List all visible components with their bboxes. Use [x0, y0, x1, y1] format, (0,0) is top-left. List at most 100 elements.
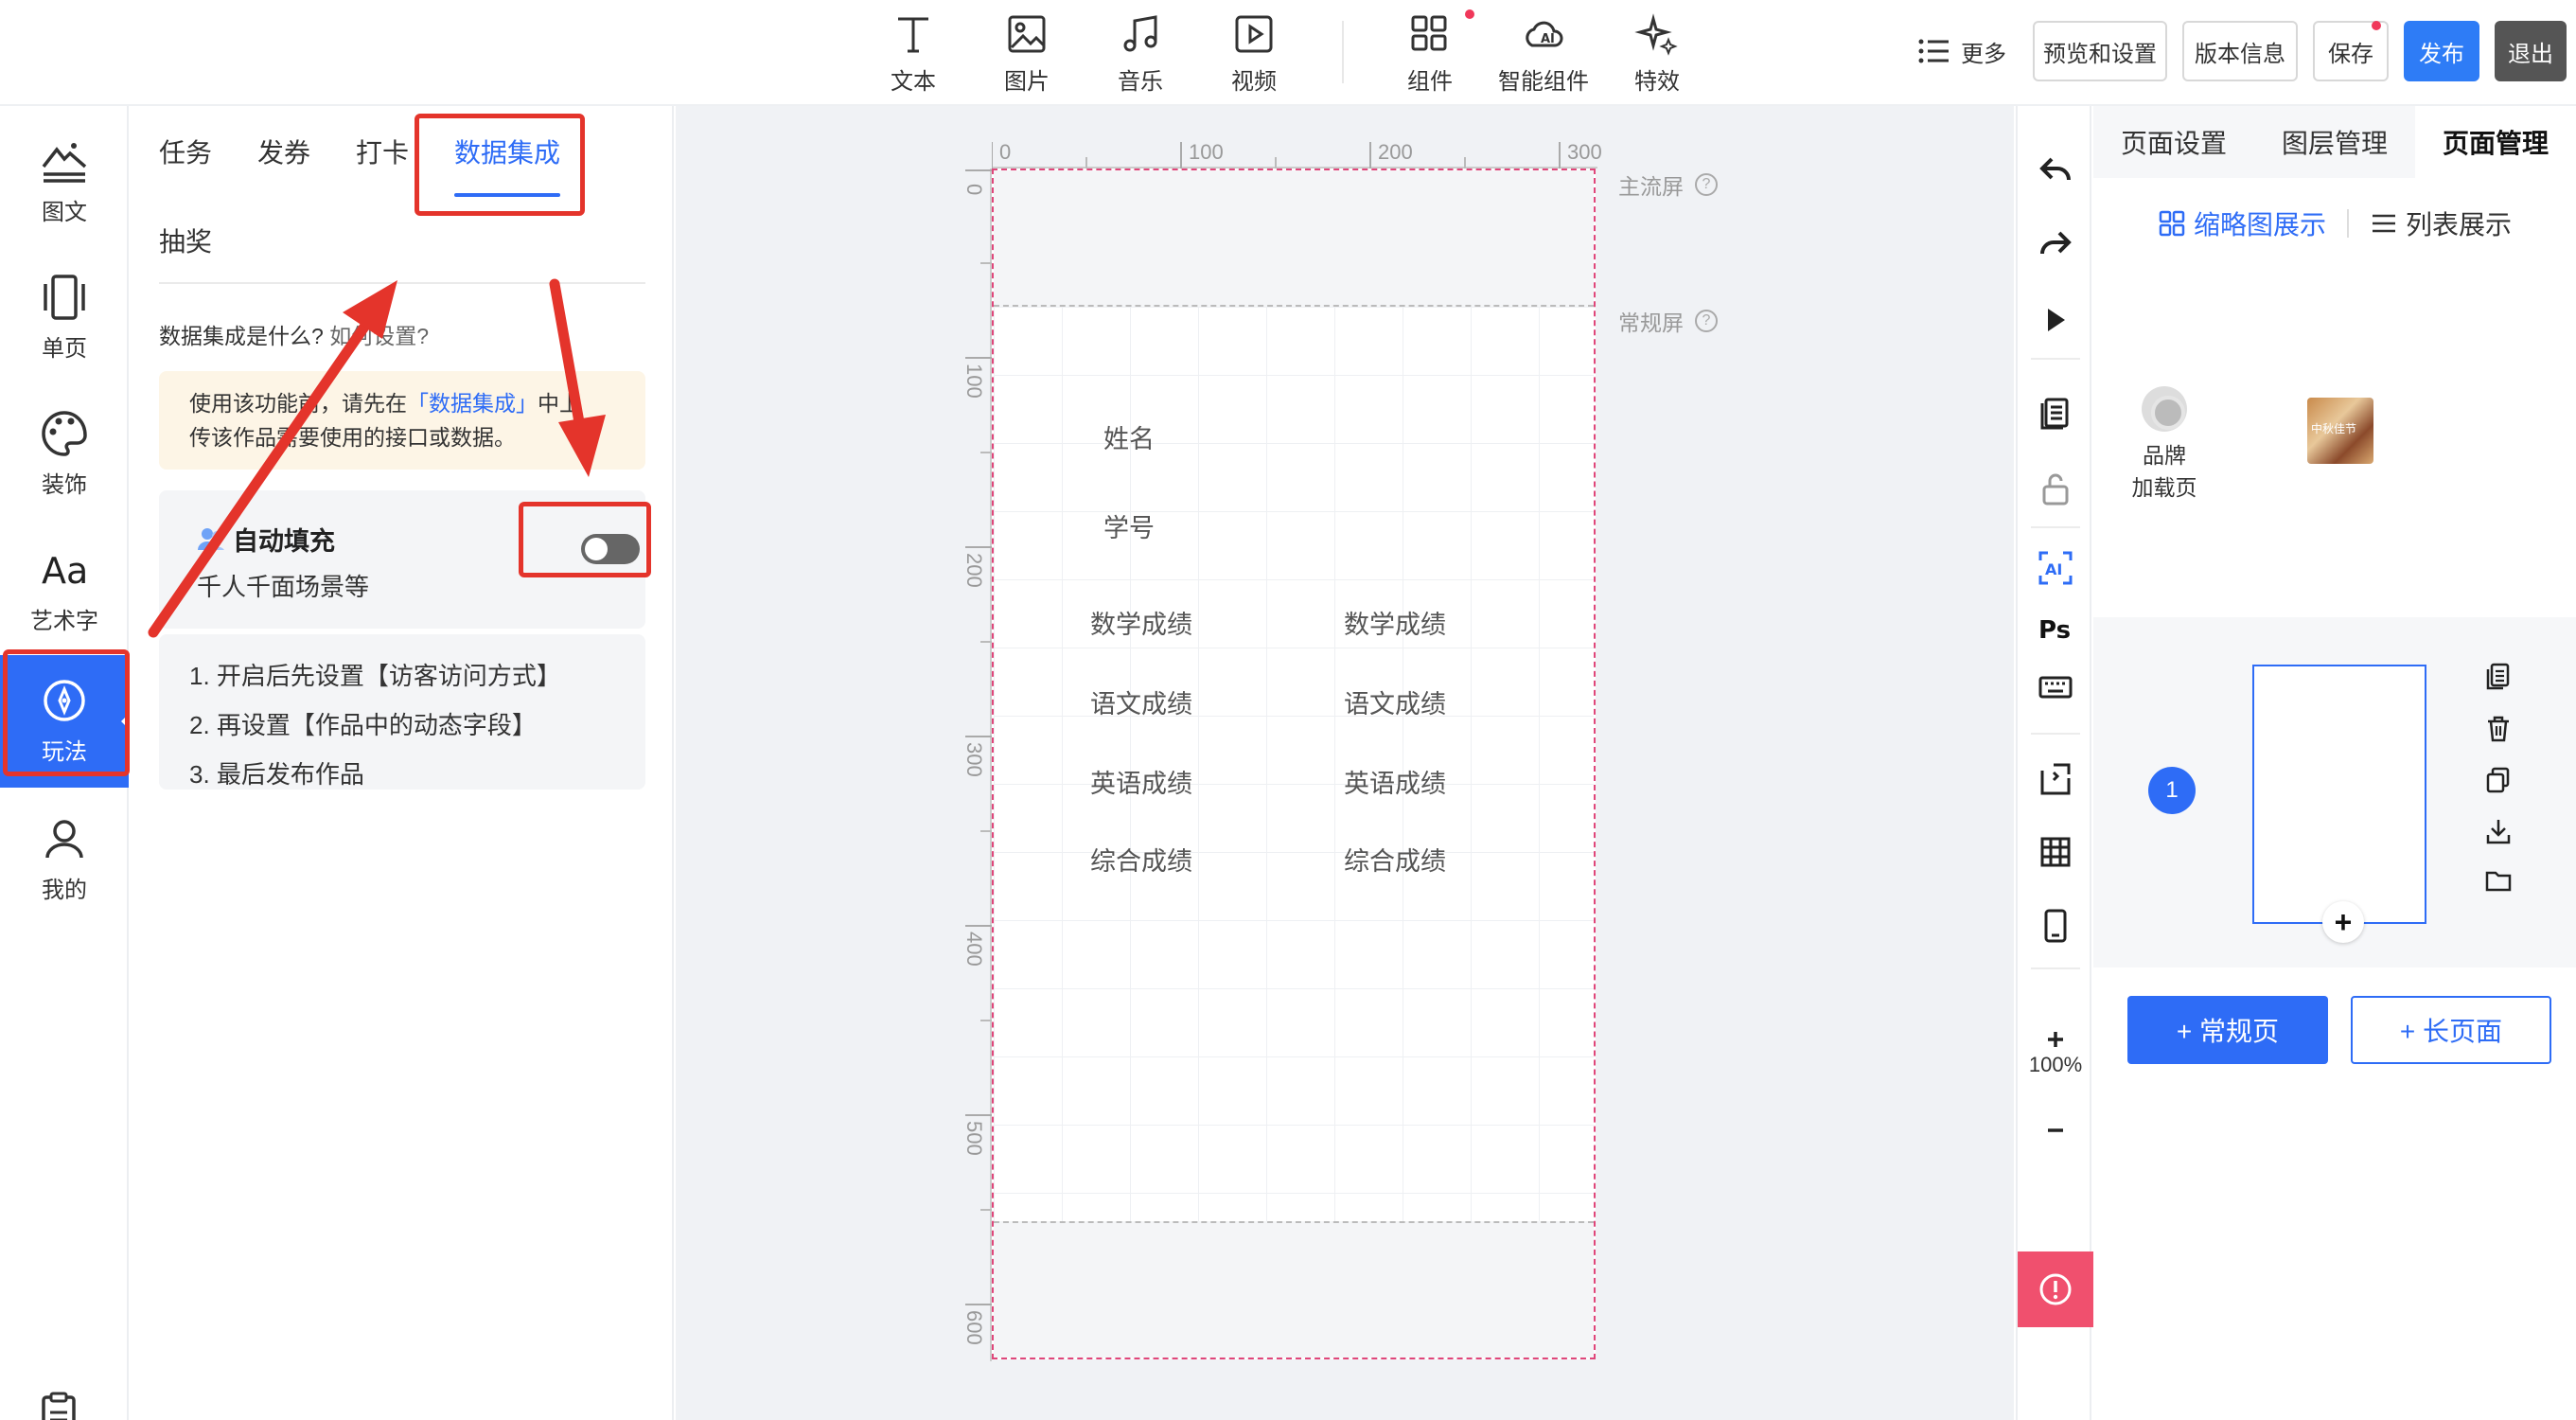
field-math-label[interactable]: 数学成绩 — [1090, 604, 1192, 641]
tab-lottery[interactable]: 抽奖 — [159, 222, 212, 259]
user-icon — [45, 820, 83, 859]
autofill-title: 自动填充 — [233, 527, 335, 556]
svg-text:Ps: Ps — [2038, 616, 2071, 645]
zoom-out-button[interactable] — [2018, 1100, 2093, 1161]
lock-button[interactable] — [2018, 458, 2093, 519]
folder-icon — [2485, 871, 2512, 892]
top-ruler — [992, 142, 1597, 169]
field-total-label[interactable]: 综合成绩 — [1090, 841, 1192, 878]
copy-page-button[interactable] — [2018, 382, 2093, 443]
add-long-page-button[interactable]: + 长页面 — [2351, 996, 2551, 1064]
preview-settings-button[interactable]: 预览和设置 — [2033, 21, 2167, 81]
nav-item-decoration[interactable]: 装饰 — [0, 388, 129, 521]
data-integration-link[interactable]: 「数据集成」 — [407, 391, 538, 416]
video-icon — [1235, 15, 1273, 53]
tool-video-button[interactable]: 视频 — [1202, 11, 1306, 97]
tab-page-settings[interactable]: 页面设置 — [2093, 106, 2254, 178]
clipboard-icon[interactable] — [38, 1392, 79, 1420]
tab-layer-management[interactable]: 图层管理 — [2254, 106, 2415, 178]
tab-task[interactable]: 任务 — [159, 133, 212, 193]
page-switch-button[interactable] — [2018, 748, 2093, 808]
tool-label: 音乐 — [1118, 69, 1163, 95]
help-setup-link[interactable]: 如何设置? — [329, 324, 429, 348]
folder-page-action[interactable] — [2483, 865, 2517, 899]
ruler-tick-label: 200 — [1378, 140, 1413, 164]
alert-button[interactable] — [2018, 1251, 2093, 1327]
thumbnail-view-button[interactable]: 缩略图展示 — [2158, 204, 2326, 242]
save-notification-dot — [2372, 21, 2381, 30]
redo-button[interactable] — [2018, 214, 2093, 275]
field-name[interactable]: 姓名 — [1103, 418, 1155, 455]
field-math-value[interactable]: 数学成绩 — [1344, 604, 1446, 641]
field-english-label[interactable]: 英语成绩 — [1090, 763, 1192, 800]
field-chinese-label[interactable]: 语文成绩 — [1090, 683, 1192, 720]
component-icon — [1411, 15, 1447, 51]
download-icon — [2486, 820, 2511, 844]
page-number-badge: 1 — [2148, 767, 2196, 814]
tool-effects-button[interactable]: 特效 — [1605, 11, 1709, 97]
keyboard-shortcuts-button[interactable] — [2018, 657, 2093, 718]
help-question-link[interactable]: 数据集成是什么? — [159, 324, 324, 348]
field-english-value[interactable]: 英语成绩 — [1344, 763, 1446, 800]
gameplay-panel: 任务 发券 打卡 数据集成 抽奖 数据集成是什么? 如何设置? 使用该功能前，请… — [131, 106, 674, 1420]
brand-label: 加载页 — [2131, 475, 2197, 500]
publish-button[interactable]: 发布 — [2404, 21, 2479, 81]
tool-music-button[interactable]: 音乐 — [1088, 11, 1192, 97]
tool-label: 图片 — [1004, 69, 1050, 95]
step-item: 3. 最后发布作品 — [189, 760, 364, 789]
undo-button[interactable] — [2018, 140, 2093, 201]
thumbnail-caption: 中秋佳节 — [2311, 422, 2357, 435]
add-normal-page-button[interactable]: + 常规页 — [2127, 996, 2328, 1064]
nav-item-label: 单页 — [42, 336, 87, 362]
help-icon[interactable]: ? — [1695, 310, 1718, 332]
duplicate-page-action[interactable] — [2483, 765, 2517, 799]
list-menu-icon — [1918, 39, 1949, 63]
nav-item-art-text[interactable]: Aa 艺术字 — [0, 524, 129, 657]
version-info-button[interactable]: 版本信息 — [2182, 21, 2298, 81]
nav-item-rich-text[interactable]: 图文 — [0, 115, 129, 248]
tab-checkin[interactable]: 打卡 — [356, 133, 409, 193]
tab-page-management[interactable]: 页面管理 — [2415, 106, 2576, 178]
tab-coupon[interactable]: 发券 — [257, 133, 310, 193]
nav-item-single-page[interactable]: 单页 — [0, 252, 129, 384]
svg-text:AI: AI — [1541, 32, 1555, 46]
page-canvas[interactable]: 姓名 学号 数学成绩 数学成绩 语文成绩 语文成绩 英语成绩 英语成绩 综合成绩… — [992, 169, 1596, 1359]
brand-loading-page[interactable]: 品牌 加载页 — [2131, 386, 2197, 504]
play-preview-button[interactable] — [2018, 290, 2093, 350]
field-total-value[interactable]: 综合成绩 — [1344, 841, 1446, 878]
page-thumbnail[interactable] — [2252, 665, 2426, 924]
nav-item-mine[interactable]: 我的 — [0, 793, 129, 926]
normal-screen-text: 常规屏 — [1618, 311, 1684, 335]
grid-view-icon — [2159, 210, 2185, 237]
delete-page-action[interactable] — [2483, 714, 2517, 748]
zoom-level: 100% — [2028, 1053, 2083, 1076]
list-view-button[interactable]: 列表展示 — [2370, 204, 2512, 242]
tool-text-button[interactable]: 文本 — [861, 11, 965, 97]
copy-page-action[interactable] — [2483, 661, 2517, 695]
document-copy-icon — [2040, 398, 2069, 430]
help-icon[interactable]: ? — [1695, 173, 1718, 196]
tool-smart-component-button[interactable]: AI 智能组件 — [1491, 11, 1596, 97]
step-item: 1. 开启后先设置【访客访问方式】 — [189, 662, 561, 690]
ruler-tick-label: 0 — [962, 184, 986, 196]
download-page-action[interactable] — [2483, 816, 2517, 850]
field-student-id[interactable]: 学号 — [1103, 507, 1155, 544]
users-icon — [198, 527, 224, 550]
ai-tool-button[interactable]: AI — [2018, 538, 2093, 598]
ps-tool-button[interactable]: Ps — [2018, 598, 2093, 659]
exit-button[interactable]: 退出 — [2495, 21, 2567, 81]
add-page-plus-button[interactable]: + — [2322, 901, 2364, 943]
nav-item-label: 我的 — [42, 878, 87, 903]
tool-image-button[interactable]: 图片 — [975, 11, 1079, 97]
theme-thumbnail[interactable]: 中秋佳节 — [2307, 398, 2373, 464]
ruler-tick-label: 300 — [1567, 140, 1602, 164]
field-chinese-value[interactable]: 语文成绩 — [1344, 683, 1446, 720]
tool-component-button[interactable]: 组件 — [1378, 11, 1482, 97]
autofill-description: 千人千面场景等 — [197, 573, 370, 601]
sparkle-icon — [1634, 13, 1678, 56]
device-preview-button[interactable] — [2018, 896, 2093, 956]
thumbnail-view-label: 缩略图展示 — [2194, 210, 2327, 240]
play-icon — [2048, 309, 2065, 331]
grid-toggle-button[interactable] — [2018, 822, 2093, 882]
more-button[interactable]: 更多 — [1917, 32, 2006, 70]
